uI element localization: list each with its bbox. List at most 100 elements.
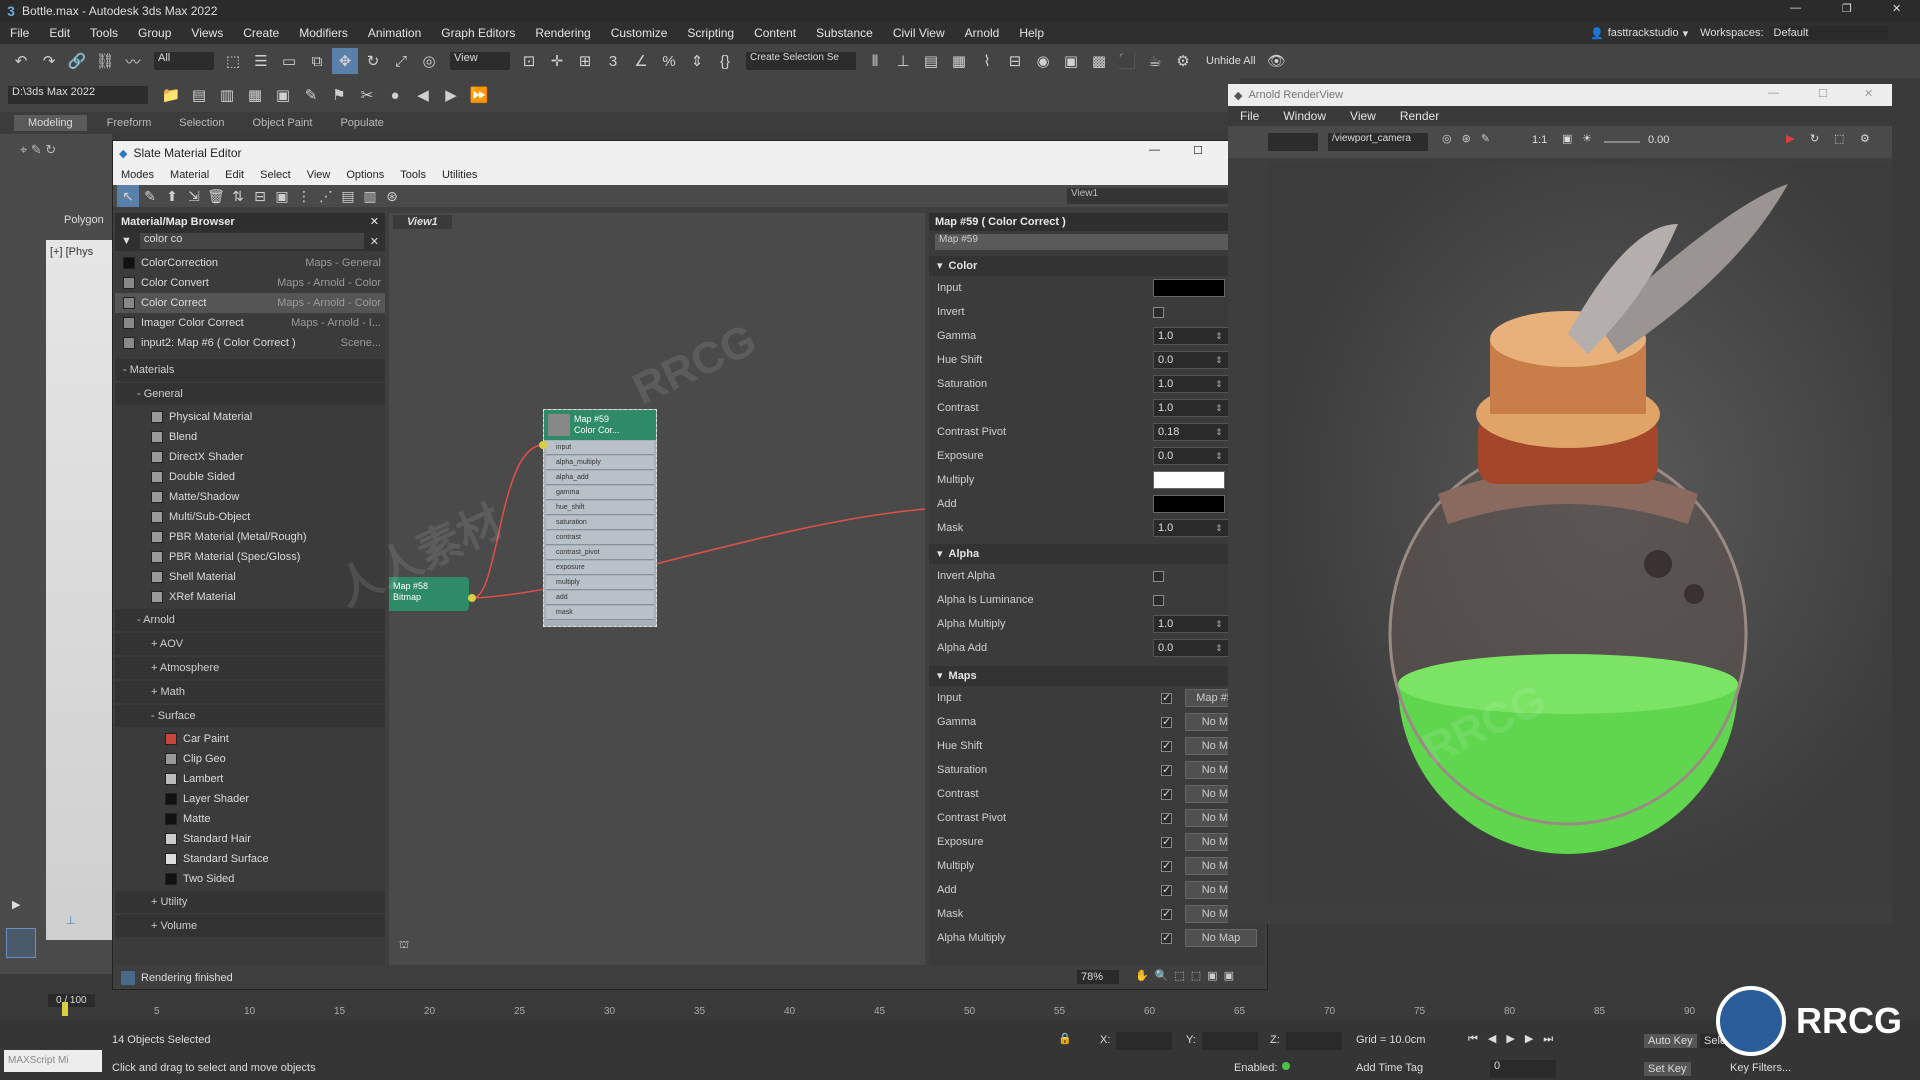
unlink-icon[interactable]: ⛓ xyxy=(92,48,118,74)
map-enabled-checkbox[interactable] xyxy=(1161,811,1172,824)
layout-all-icon[interactable]: ⋮ xyxy=(293,185,315,207)
node-port[interactable]: input xyxy=(546,441,654,455)
viewport-label[interactable]: [+] [Phys xyxy=(50,246,93,258)
select-manipulate-icon[interactable]: ✛ xyxy=(544,48,570,74)
node-port[interactable]: gamma xyxy=(546,486,654,500)
add-time-tag[interactable]: Add Time Tag xyxy=(1356,1062,1423,1074)
exposure-value[interactable]: 0.00 xyxy=(1648,134,1669,146)
move-children-icon[interactable]: ⇅ xyxy=(227,185,249,207)
angle-snap-icon[interactable]: ∠ xyxy=(628,48,654,74)
checkbox[interactable] xyxy=(1153,570,1164,582)
spinner-arrows-icon[interactable]: ⇕ xyxy=(1215,619,1223,630)
auto-key-button[interactable]: Auto Key xyxy=(1644,1034,1697,1048)
maximize-button[interactable]: ❐ xyxy=(1842,2,1852,15)
move-icon[interactable]: ✥ xyxy=(332,48,358,74)
material-item[interactable]: PBR Material (Spec/Gloss) xyxy=(115,547,385,567)
reference-coord-dropdown[interactable]: View xyxy=(450,52,510,70)
map-enabled-checkbox[interactable] xyxy=(1161,883,1172,896)
spinner-snap-icon[interactable]: ⇕ xyxy=(684,48,710,74)
render-setup-icon[interactable]: ▣ xyxy=(1058,48,1084,74)
z-field[interactable] xyxy=(1286,1032,1342,1050)
zoom-dropdown[interactable]: 78% xyxy=(1077,970,1120,984)
arnold-render-icon[interactable]: ☕ xyxy=(1142,48,1168,74)
material-editor-icon[interactable]: ◉ xyxy=(1030,48,1056,74)
map-name-field[interactable]: Map #59 xyxy=(935,234,1259,250)
material-item[interactable]: Blend xyxy=(115,427,385,447)
slate-menu-select[interactable]: Select xyxy=(252,169,299,181)
input-port-dot[interactable] xyxy=(539,441,547,449)
search-result-item[interactable]: Imager Color Correct Maps - Arnold - I... xyxy=(115,313,385,333)
create-selection-set-dropdown[interactable]: Create Selection Se xyxy=(746,52,856,70)
bind-spacewarp-icon[interactable]: 〰 xyxy=(120,48,146,74)
ribbon-toggle-icon[interactable]: ▦ xyxy=(946,48,972,74)
arnold-subgroup[interactable]: + Utility xyxy=(115,891,385,913)
map-enabled-checkbox[interactable] xyxy=(1161,715,1172,728)
play-icon[interactable]: ▶ xyxy=(438,82,464,108)
spinner-arrows-icon[interactable]: ⇕ xyxy=(1215,643,1223,654)
undo-icon[interactable]: ↶ xyxy=(8,48,34,74)
color-swatch[interactable] xyxy=(1153,495,1225,513)
crop-icon[interactable]: ⬚ xyxy=(1834,132,1844,145)
camera-dropdown[interactable]: /viewport_camera xyxy=(1328,133,1428,151)
menu-file[interactable]: File xyxy=(0,26,39,40)
ribbon-tab-modeling[interactable]: Modeling xyxy=(14,115,87,131)
surface-item[interactable]: Car Paint xyxy=(115,729,385,749)
slate-menu-modes[interactable]: Modes xyxy=(113,169,162,181)
arnold-group[interactable]: - Arnold xyxy=(115,609,385,631)
layout-children-icon[interactable]: ⋰ xyxy=(315,185,337,207)
surface-item[interactable]: Standard Hair xyxy=(115,829,385,849)
rv-maximize-button[interactable]: ☐ xyxy=(1818,87,1828,100)
node-port[interactable]: add xyxy=(546,591,654,605)
minimize-button[interactable]: — xyxy=(1790,2,1801,14)
unhide-all-button[interactable]: Unhide All xyxy=(1206,55,1256,67)
schematic-view-icon[interactable]: ⊟ xyxy=(1002,48,1028,74)
node-port[interactable]: exposure xyxy=(546,561,654,575)
material-item[interactable]: Matte/Shadow xyxy=(115,487,385,507)
map-enabled-checkbox[interactable] xyxy=(1161,787,1172,800)
select-object-icon[interactable]: ⬚ xyxy=(220,48,246,74)
search-result-item[interactable]: Color Correct Maps - Arnold - Color xyxy=(115,293,385,313)
spinner-arrows-icon[interactable]: ⇕ xyxy=(1215,403,1223,414)
ratio-label[interactable]: 1:1 xyxy=(1532,134,1547,146)
slate-menu-view[interactable]: View xyxy=(299,169,339,181)
exposure-icon[interactable]: ☀ xyxy=(1582,132,1592,145)
node-map58[interactable]: Map #58 Bitmap xyxy=(389,577,469,611)
color-swatch[interactable] xyxy=(1153,279,1225,297)
map-slot-button[interactable]: No Map xyxy=(1185,929,1257,947)
material-item[interactable]: Physical Material xyxy=(115,407,385,427)
select-by-name-icon[interactable]: ☰ xyxy=(248,48,274,74)
project-folder-icon[interactable]: 📁 xyxy=(158,82,184,108)
scene-explorer-icon[interactable]: ▤ xyxy=(186,82,212,108)
sphere-icon[interactable]: ● xyxy=(382,82,408,108)
slate-maximize-button[interactable]: ☐ xyxy=(1193,144,1203,157)
mirror-icon[interactable]: ⫴ xyxy=(862,48,888,74)
surface-item[interactable]: Clip Geo xyxy=(115,749,385,769)
surface-item[interactable]: Two Sided xyxy=(115,869,385,889)
set-key-button[interactable]: Set Key xyxy=(1644,1062,1691,1076)
frame-field[interactable]: 0 xyxy=(1490,1060,1556,1078)
next-key-icon[interactable]: ⏩ xyxy=(466,82,492,108)
arnold-subgroup[interactable]: + Math xyxy=(115,681,385,703)
menu-arnold[interactable]: Arnold xyxy=(955,26,1010,40)
spinner-arrows-icon[interactable]: ⇕ xyxy=(1215,331,1223,342)
redo-icon[interactable]: ↷ xyxy=(36,48,62,74)
menu-edit[interactable]: Edit xyxy=(39,26,80,40)
ribbon-tab-selection[interactable]: Selection xyxy=(165,115,238,131)
edit-named-sets-icon[interactable]: {} xyxy=(712,48,738,74)
rv-menu-view[interactable]: View xyxy=(1338,109,1388,123)
workspace-dropdown[interactable]: Default xyxy=(1769,26,1889,40)
arnold-subgroup[interactable]: + Volume xyxy=(115,915,385,937)
rv-minimize-button[interactable]: — xyxy=(1768,87,1779,99)
checkbox[interactable] xyxy=(1153,306,1164,318)
map-enabled-checkbox[interactable] xyxy=(1161,859,1172,872)
rv-close-button[interactable]: ✕ xyxy=(1864,87,1873,100)
color-section[interactable]: ▾ Color xyxy=(929,256,1265,276)
delete-selected-icon[interactable]: 🗑 xyxy=(205,185,227,207)
arnold-subgroup[interactable]: + AOV xyxy=(115,633,385,655)
menu-tools[interactable]: Tools xyxy=(80,26,128,40)
general-group[interactable]: - General xyxy=(115,383,385,405)
surface-item[interactable]: Lambert xyxy=(115,769,385,789)
material-item[interactable]: PBR Material (Metal/Rough) xyxy=(115,527,385,547)
node-port[interactable]: mask xyxy=(546,606,654,620)
node-view[interactable]: View1 Map #59 Color Cor... input alpha_mu… xyxy=(389,213,925,965)
